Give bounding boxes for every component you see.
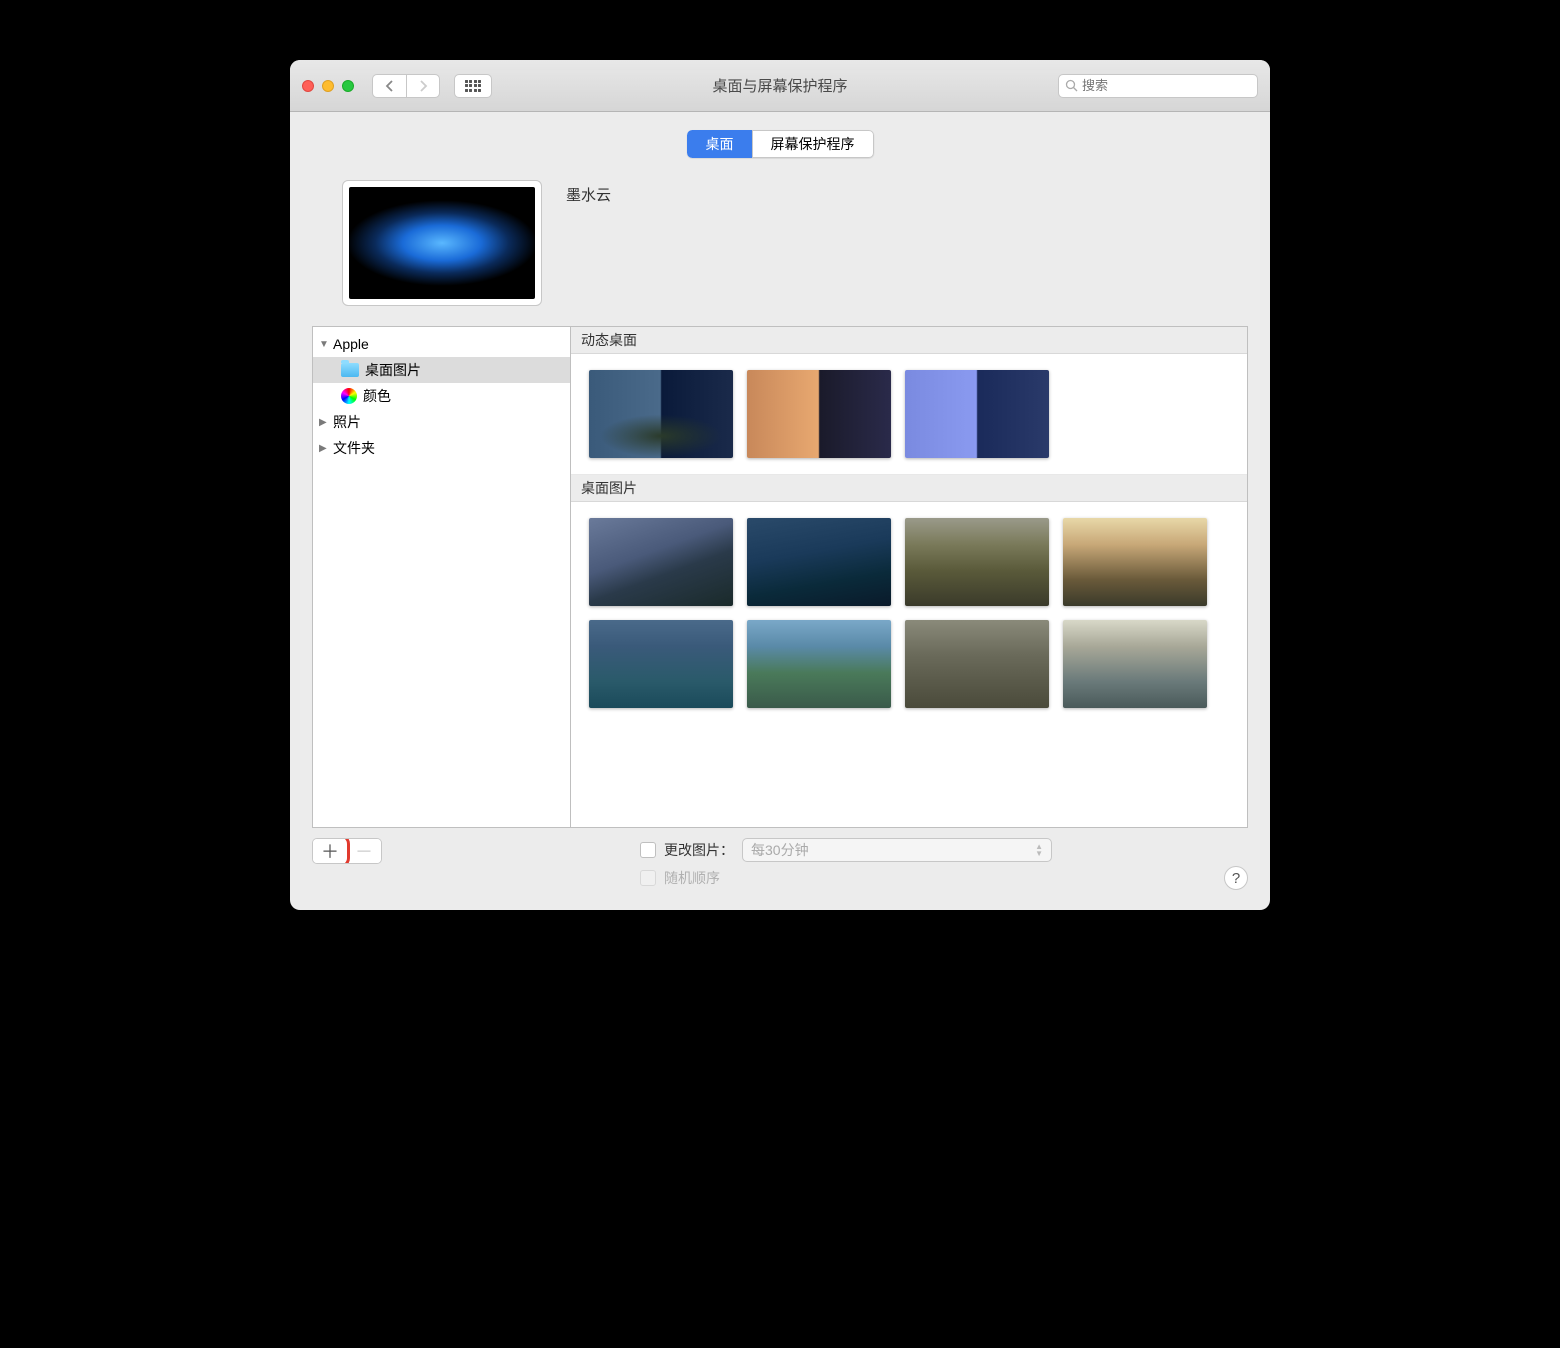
- search-field[interactable]: [1058, 74, 1258, 98]
- forward-button[interactable]: [406, 74, 440, 98]
- add-folder-button[interactable]: ＋: [313, 839, 347, 863]
- search-input[interactable]: [1082, 78, 1258, 93]
- maximize-button[interactable]: [342, 80, 354, 92]
- disclosure-right-icon: ▶: [319, 417, 331, 428]
- current-wallpaper-preview: [342, 180, 542, 306]
- body: 桌面 屏幕保护程序 墨水云 ▼ Apple 桌面图片: [290, 112, 1270, 828]
- preview-row: 墨水云: [312, 180, 1248, 306]
- grid-icon: [465, 80, 482, 92]
- wallpaper-thumb[interactable]: [747, 370, 891, 458]
- tree-folders[interactable]: ▶ 文件夹: [313, 435, 570, 461]
- pictures-grid: [571, 502, 1247, 724]
- wallpaper-grid[interactable]: 动态桌面 桌面图片: [570, 326, 1248, 828]
- tree-label: 照片: [333, 412, 361, 432]
- wallpaper-thumb[interactable]: [1063, 620, 1207, 708]
- minimize-button[interactable]: [322, 80, 334, 92]
- window-controls: [302, 80, 354, 92]
- random-label: 随机顺序: [664, 868, 720, 888]
- preferences-window: 桌面与屏幕保护程序 桌面 屏幕保护程序 墨水云 ▼: [290, 60, 1270, 910]
- tree-label: Apple: [333, 336, 369, 352]
- disclosure-down-icon: ▼: [319, 339, 331, 350]
- tree-label: 文件夹: [333, 438, 375, 458]
- section-pictures: 桌面图片: [571, 474, 1247, 502]
- remove-folder-button[interactable]: －: [347, 839, 381, 863]
- wallpaper-thumb[interactable]: [747, 620, 891, 708]
- random-checkbox: [640, 870, 656, 886]
- wallpaper-thumb[interactable]: [1063, 518, 1207, 606]
- change-picture-checkbox[interactable]: [640, 842, 656, 858]
- options: 更改图片： 每30分钟 ▲▼ 随机顺序: [640, 838, 1052, 888]
- back-button[interactable]: [372, 74, 406, 98]
- folder-icon: [341, 363, 359, 377]
- tree-photos[interactable]: ▶ 照片: [313, 409, 570, 435]
- wallpaper-name: 墨水云: [566, 184, 611, 306]
- source-sidebar: ▼ Apple 桌面图片 颜色 ▶ 照片: [312, 326, 570, 828]
- tab-bar: 桌面 屏幕保护程序: [687, 130, 874, 158]
- wallpaper-thumb[interactable]: [905, 620, 1049, 708]
- nav-buttons: [372, 74, 440, 98]
- tree-desktop-pictures[interactable]: 桌面图片: [313, 357, 570, 383]
- section-dynamic: 动态桌面: [571, 327, 1247, 354]
- random-row: 随机顺序: [640, 868, 1052, 888]
- tree-label: 颜色: [363, 386, 391, 406]
- dynamic-grid: [571, 354, 1247, 474]
- tab-desktop[interactable]: 桌面: [687, 130, 752, 158]
- interval-value: 每30分钟: [751, 840, 809, 860]
- titlebar: 桌面与屏幕保护程序: [290, 60, 1270, 112]
- wallpaper-preview-image: [349, 187, 535, 299]
- bottom-row: ＋ － 更改图片： 每30分钟 ▲▼ 随机顺序 ?: [290, 828, 1270, 910]
- color-wheel-icon: [341, 388, 357, 404]
- disclosure-right-icon: ▶: [319, 443, 331, 454]
- wallpaper-thumb[interactable]: [589, 620, 733, 708]
- source-tree: ▼ Apple 桌面图片 颜色 ▶ 照片: [313, 327, 570, 827]
- wallpaper-thumb[interactable]: [905, 518, 1049, 606]
- close-button[interactable]: [302, 80, 314, 92]
- show-all-button[interactable]: [454, 74, 492, 98]
- search-icon: [1065, 79, 1078, 92]
- wallpaper-thumb[interactable]: [589, 518, 733, 606]
- add-remove-control: ＋ －: [312, 838, 382, 864]
- tab-screensaver[interactable]: 屏幕保护程序: [752, 130, 874, 158]
- main-panel: ▼ Apple 桌面图片 颜色 ▶ 照片: [312, 326, 1248, 828]
- stepper-icon: ▲▼: [1035, 843, 1043, 857]
- wallpaper-thumb[interactable]: [747, 518, 891, 606]
- change-picture-label: 更改图片：: [664, 840, 734, 860]
- wallpaper-thumb[interactable]: [589, 370, 733, 458]
- wallpaper-thumb[interactable]: [905, 370, 1049, 458]
- tree-colors[interactable]: 颜色: [313, 383, 570, 409]
- interval-select[interactable]: 每30分钟 ▲▼: [742, 838, 1052, 862]
- change-picture-row: 更改图片： 每30分钟 ▲▼: [640, 838, 1052, 862]
- help-button[interactable]: ?: [1224, 866, 1248, 890]
- tree-apple[interactable]: ▼ Apple: [313, 331, 570, 357]
- tree-label: 桌面图片: [365, 360, 421, 380]
